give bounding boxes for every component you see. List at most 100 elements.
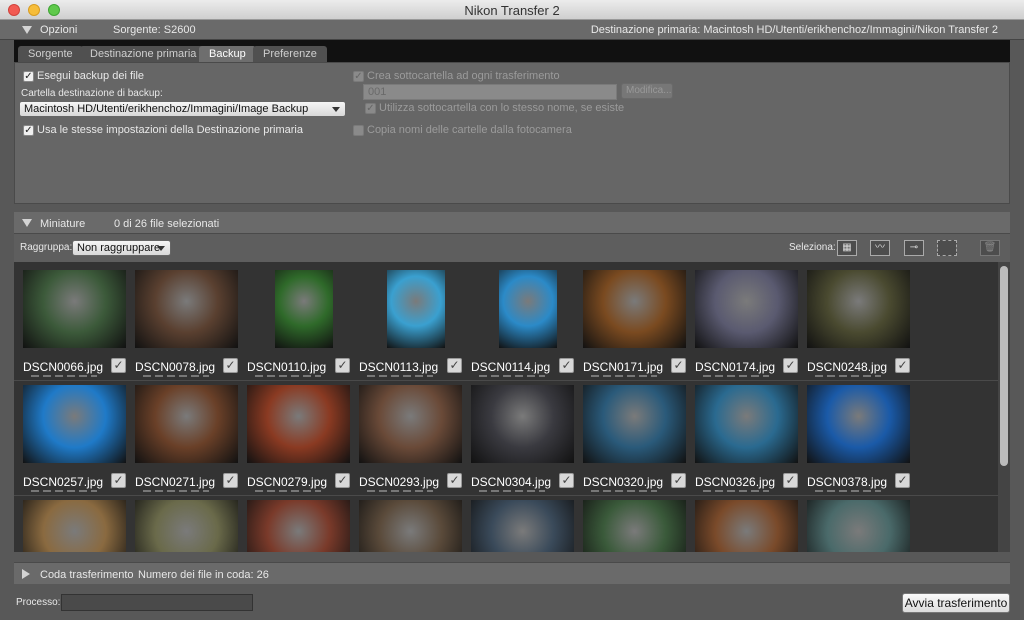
thumbnail-transfer-checkbox[interactable]: ✓ — [559, 473, 574, 488]
thumbnail-image[interactable] — [583, 500, 686, 552]
do-backup-label: Esegui backup dei file — [37, 70, 145, 82]
select-protected-key-icon[interactable]: ⊸ — [904, 240, 924, 256]
queue-label: Coda trasferimento — [40, 569, 134, 581]
thumbnail-image[interactable] — [471, 500, 574, 552]
thumbnails-label: Miniature — [40, 218, 86, 230]
same-settings-checkbox[interactable]: ✓ — [23, 125, 34, 136]
tab-backup[interactable]: Backup — [199, 46, 256, 62]
thumbnail-image[interactable] — [471, 385, 574, 463]
rating-placeholder — [815, 375, 881, 377]
rating-placeholder — [367, 375, 433, 377]
rating-placeholder — [591, 490, 657, 492]
rating-placeholder — [143, 375, 209, 377]
thumbnail-image[interactable] — [247, 385, 350, 463]
copy-folder-names-checkbox[interactable] — [353, 125, 364, 136]
deselect-all-icon[interactable] — [937, 240, 957, 256]
trash-icon[interactable]: 🗑 — [980, 240, 1000, 256]
thumbnail-transfer-checkbox[interactable]: ✓ — [559, 358, 574, 373]
use-existing-subfolder-checkbox[interactable]: ✓ — [365, 103, 376, 114]
thumbnail-transfer-checkbox[interactable]: ✓ — [783, 473, 798, 488]
tab-primary-destination[interactable]: Destinazione primaria — [80, 46, 207, 62]
thumbnail-image[interactable] — [583, 270, 686, 348]
thumbnail-filename: DSCN0257.jpg — [23, 475, 104, 489]
thumbnail-filename: DSCN0248.jpg — [807, 360, 888, 374]
create-subfolder-checkbox[interactable]: ✓ — [353, 71, 364, 82]
thumbnail-image[interactable] — [275, 270, 333, 348]
grouping-toolbar: Raggruppa: Non raggruppare Seleziona: — [14, 234, 1010, 262]
rating-placeholder — [591, 375, 657, 377]
thumbnail-filename: DSCN0078.jpg — [135, 360, 216, 374]
thumbnail-filename: DSCN0066.jpg — [23, 360, 104, 374]
thumbnail-image[interactable] — [807, 385, 910, 463]
thumbnail-image[interactable] — [135, 500, 238, 552]
modify-button[interactable]: Modifica... — [621, 83, 673, 99]
scrollbar-thumb[interactable] — [1000, 266, 1008, 466]
process-label: Processo: — [16, 597, 61, 608]
thumbnail-image[interactable] — [359, 385, 462, 463]
thumbnail-image[interactable] — [695, 270, 798, 348]
thumbnail-transfer-checkbox[interactable]: ✓ — [223, 358, 238, 373]
backup-panel: ✓ Esegui backup dei file Cartella destin… — [14, 62, 1010, 204]
thumbnail-filename: DSCN0271.jpg — [135, 475, 216, 489]
thumbnail-image[interactable] — [499, 270, 557, 348]
subfolder-name-field[interactable]: 001 — [363, 84, 617, 100]
thumbnail-transfer-checkbox[interactable]: ✓ — [223, 473, 238, 488]
collapse-options-icon[interactable] — [22, 26, 32, 34]
thumbnail-image[interactable] — [695, 500, 798, 552]
thumbnail-transfer-checkbox[interactable]: ✓ — [783, 358, 798, 373]
rating-placeholder — [31, 490, 97, 492]
expand-queue-icon[interactable] — [22, 569, 30, 579]
thumbnail-image[interactable] — [247, 500, 350, 552]
thumbnail-image[interactable] — [135, 385, 238, 463]
thumbnail-filename: DSCN0113.jpg — [359, 360, 439, 374]
thumbnail-image[interactable] — [135, 270, 238, 348]
thumbnail-filename: DSCN0293.jpg — [359, 475, 440, 489]
selection-count: 0 di 26 file selezionati — [114, 218, 220, 230]
thumbnail-transfer-checkbox[interactable]: ✓ — [111, 473, 126, 488]
source-info: Sorgente: S2600 — [113, 24, 196, 36]
thumbnail-transfer-checkbox[interactable]: ✓ — [447, 358, 462, 373]
thumbnail-transfer-checkbox[interactable]: ✓ — [895, 473, 910, 488]
thumbnail-image[interactable] — [583, 385, 686, 463]
group-value: Non raggruppare — [77, 242, 161, 254]
thumbnail-image[interactable] — [807, 270, 910, 348]
backup-folder-select[interactable]: Macintosh HD/Utenti/erikhenchoz/Immagini… — [19, 101, 346, 117]
select-all-grid-icon[interactable]: ▦ — [837, 240, 857, 256]
thumbnail-image[interactable] — [807, 500, 910, 552]
select-new-files-icon[interactable]: 〰 — [870, 240, 890, 256]
thumbnail-transfer-checkbox[interactable]: ✓ — [111, 358, 126, 373]
rating-placeholder — [367, 490, 433, 492]
rating-placeholder — [143, 490, 209, 492]
thumbnail-image[interactable] — [23, 270, 126, 348]
chevron-down-icon — [332, 107, 340, 112]
thumbnail-transfer-checkbox[interactable]: ✓ — [671, 358, 686, 373]
copy-folder-names-label: Copia nomi delle cartelle dalla fotocame… — [367, 124, 572, 136]
row-separator — [14, 495, 998, 496]
rating-placeholder — [31, 375, 97, 377]
tab-source[interactable]: Sorgente — [18, 46, 83, 62]
tab-preferences[interactable]: Preferenze — [253, 46, 327, 62]
group-select[interactable]: Non raggruppare — [72, 240, 171, 256]
thumbnail-image[interactable] — [23, 500, 126, 552]
thumbnail-transfer-checkbox[interactable]: ✓ — [447, 473, 462, 488]
thumbnail-image[interactable] — [695, 385, 798, 463]
thumbnail-filename: DSCN0114.jpg — [471, 360, 551, 374]
thumbnail-image[interactable] — [359, 500, 462, 552]
thumbnail-transfer-checkbox[interactable]: ✓ — [895, 358, 910, 373]
row-separator — [14, 380, 998, 381]
process-progress-field — [61, 594, 253, 611]
rating-placeholder — [703, 490, 769, 492]
do-backup-checkbox[interactable]: ✓ — [23, 71, 34, 82]
thumbnail-image[interactable] — [387, 270, 445, 348]
chevron-down-icon — [157, 246, 165, 251]
thumbnail-transfer-checkbox[interactable]: ✓ — [335, 358, 350, 373]
thumbnail-filename: DSCN0279.jpg — [247, 475, 328, 489]
grid-scrollbar[interactable] — [998, 262, 1010, 552]
rating-placeholder — [255, 375, 321, 377]
thumbnail-image[interactable] — [23, 385, 126, 463]
thumbnail-transfer-checkbox[interactable]: ✓ — [671, 473, 686, 488]
rating-placeholder — [815, 490, 881, 492]
thumbnail-transfer-checkbox[interactable]: ✓ — [335, 473, 350, 488]
collapse-thumbnails-icon[interactable] — [22, 219, 32, 227]
start-transfer-button[interactable]: Avvia trasferimento — [902, 593, 1010, 613]
